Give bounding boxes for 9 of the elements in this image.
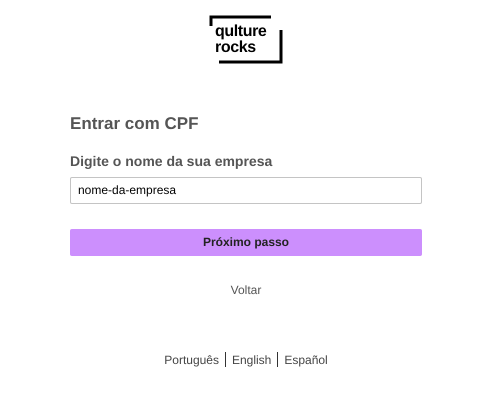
language-link[interactable]: Español: [284, 350, 328, 368]
back-link[interactable]: Voltar: [230, 280, 262, 298]
logo: qulture rocks: [205, 14, 287, 66]
language-link[interactable]: Português: [164, 350, 219, 368]
field-label: Digite o nome da sua empresa: [70, 152, 274, 171]
language-link[interactable]: English: [232, 350, 272, 368]
company-input[interactable]: nome-da-empresa: [70, 176, 422, 204]
page-title: Entrar com CPF: [70, 113, 200, 135]
next-button[interactable]: Próximo passo: [70, 228, 422, 256]
